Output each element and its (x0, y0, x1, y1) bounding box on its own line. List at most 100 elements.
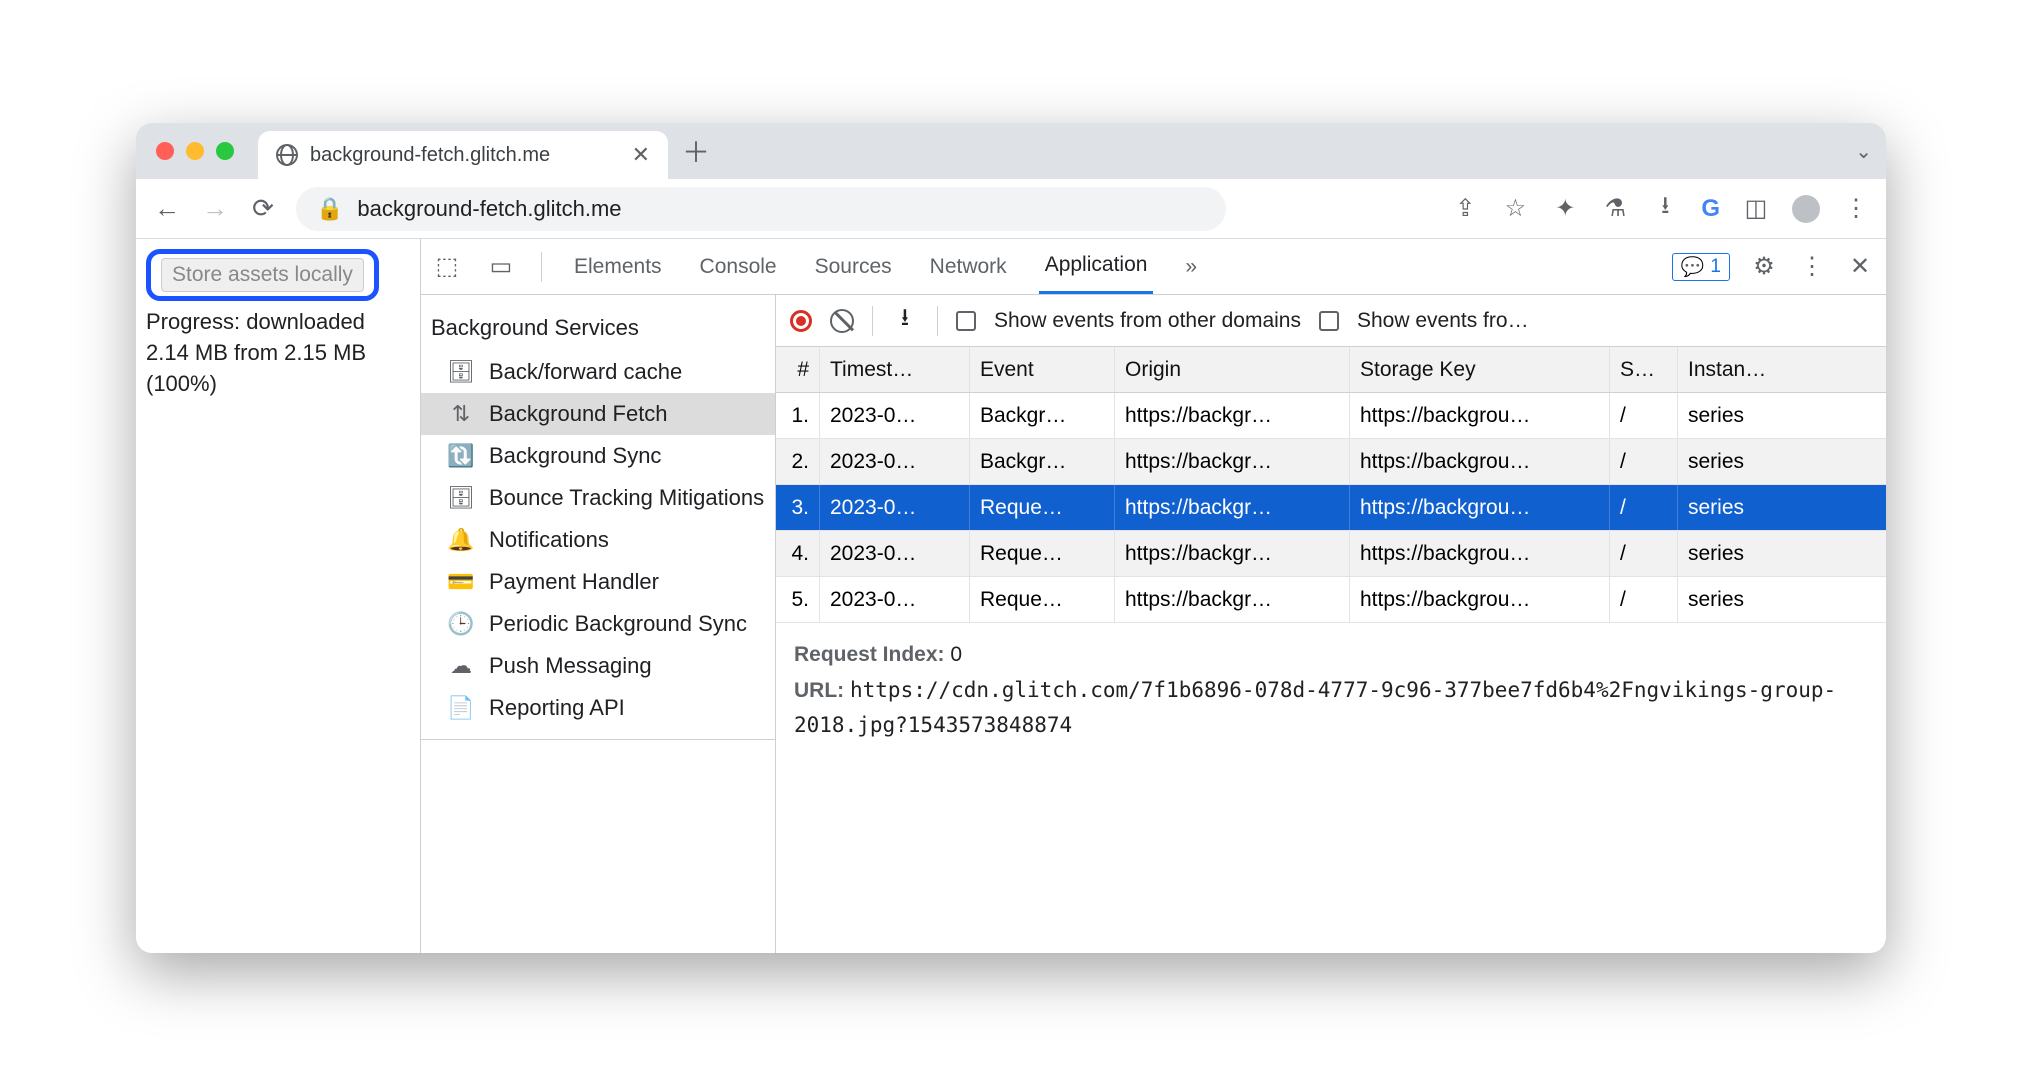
progress-text: Progress: downloaded 2.14 MB from 2.15 M… (146, 307, 410, 399)
devtools-tabbar: ⬚ ▭ Elements Console Sources Network App… (421, 239, 1886, 295)
sidebar-item-label: Bounce Tracking Mitigations (489, 485, 764, 511)
cell-origin: https://backgr… (1115, 531, 1350, 576)
maximize-window-icon[interactable] (216, 142, 234, 160)
cell-storage-key: https://backgrou… (1350, 439, 1610, 484)
col-event[interactable]: Event (970, 347, 1115, 392)
sidebar-item[interactable]: 💳Payment Handler (421, 561, 775, 603)
sidebar-item-icon: 🗄 (447, 359, 475, 385)
store-assets-button[interactable]: Store assets locally (161, 258, 364, 292)
record-icon[interactable] (790, 310, 812, 332)
settings-icon[interactable]: ⚙ (1750, 252, 1778, 281)
sidebar-item[interactable]: 🕒Periodic Background Sync (421, 603, 775, 645)
table-header: # Timest… Event Origin Storage Key S… In… (776, 347, 1886, 393)
forward-button[interactable]: → (200, 193, 230, 224)
col-instance[interactable]: Instan… (1678, 347, 1886, 392)
minimize-window-icon[interactable] (186, 142, 204, 160)
cell-event: Backgr… (970, 439, 1115, 484)
application-sidebar: Background Services 🗄 Back/forward cache ⇅… (421, 295, 776, 953)
cell-origin: https://backgr… (1115, 485, 1350, 530)
cell-origin: https://backgr… (1115, 393, 1350, 438)
tabs-more[interactable]: » (1179, 239, 1203, 294)
sidebar-item-label: Back/forward cache (489, 359, 682, 385)
share-icon[interactable]: ⇪ (1451, 194, 1479, 223)
checkbox-show-events[interactable] (1319, 311, 1339, 331)
table-row[interactable]: 2.2023-0…Backgr…https://backgr…https://b… (776, 439, 1886, 485)
inspect-icon[interactable]: ⬚ (433, 252, 461, 281)
menu-icon[interactable]: ⋮ (1842, 194, 1870, 223)
window-controls (156, 142, 234, 160)
col-number[interactable]: # (776, 347, 820, 392)
tabs-overflow-icon[interactable]: ⌄ (1855, 139, 1872, 164)
titlebar: background-fetch.glitch.me ✕ ＋ ⌄ (136, 123, 1886, 179)
cell-number: 4. (776, 531, 820, 576)
omnibox[interactable]: 🔒 background-fetch.glitch.me (296, 187, 1226, 231)
cell-origin: https://backgr… (1115, 577, 1350, 622)
cell-scope: / (1610, 439, 1678, 484)
sidebar-item[interactable]: 🗄 Back/forward cache (421, 351, 775, 393)
tab-network[interactable]: Network (924, 239, 1013, 294)
clear-icon[interactable] (830, 309, 854, 333)
google-icon[interactable]: G (1701, 195, 1720, 223)
cell-timestamp: 2023-0… (820, 531, 970, 576)
cell-event: Reque… (970, 485, 1115, 530)
sidebar-item[interactable]: ☁Push Messaging (421, 645, 775, 687)
reading-list-icon[interactable]: ◫ (1742, 194, 1770, 223)
new-tab-button[interactable]: ＋ (682, 131, 710, 171)
address-bar: ← → ⟳ 🔒 background-fetch.glitch.me ⇪ ☆ ✦… (136, 179, 1886, 239)
sidebar-item[interactable]: 📄Reporting API (421, 687, 775, 729)
sidebar-item-icon: 🕒 (447, 611, 475, 637)
flask-icon[interactable]: ⚗ (1601, 194, 1629, 223)
lock-icon: 🔒 (316, 196, 343, 222)
cell-timestamp: 2023-0… (820, 577, 970, 622)
device-toggle-icon[interactable]: ▭ (487, 252, 515, 281)
extensions-icon[interactable]: ✦ (1551, 194, 1579, 223)
devtools-panel: ⬚ ▭ Elements Console Sources Network App… (421, 239, 1886, 953)
sidebar-item[interactable]: 🔃Background Sync (421, 435, 775, 477)
sidebar-item[interactable]: 🗄 Bounce Tracking Mitigations (421, 477, 775, 519)
sidebar-item-icon: 📄 (447, 695, 475, 721)
col-timestamp[interactable]: Timest… (820, 347, 970, 392)
cell-event: Backgr… (970, 393, 1115, 438)
table-row[interactable]: 4.2023-0…Reque…https://backgr…https://ba… (776, 531, 1886, 577)
tab-application[interactable]: Application (1039, 239, 1154, 294)
tab-elements[interactable]: Elements (568, 239, 668, 294)
col-scope[interactable]: S… (1610, 347, 1678, 392)
table-row[interactable]: 1.2023-0…Backgr…https://backgr…https://b… (776, 393, 1886, 439)
save-icon[interactable]: ⭳ (891, 300, 919, 341)
bookmark-icon[interactable]: ☆ (1501, 194, 1529, 223)
sidebar-item-label: Background Sync (489, 443, 661, 469)
cell-instance: series (1678, 531, 1886, 576)
cell-number: 2. (776, 439, 820, 484)
reload-button[interactable]: ⟳ (248, 193, 278, 224)
close-devtools-icon[interactable]: ✕ (1846, 252, 1874, 281)
sidebar-item-icon: ☁ (447, 653, 475, 679)
cell-origin: https://backgr… (1115, 439, 1350, 484)
browser-tab[interactable]: background-fetch.glitch.me ✕ (258, 131, 668, 179)
tab-console[interactable]: Console (694, 239, 783, 294)
checkbox-other-domains[interactable] (956, 311, 976, 331)
cell-instance: series (1678, 485, 1886, 530)
request-index-label: Request Index: (794, 643, 945, 666)
col-origin[interactable]: Origin (1115, 347, 1350, 392)
sidebar-item-icon: 🗄 (447, 485, 475, 511)
cell-timestamp: 2023-0… (820, 485, 970, 530)
back-button[interactable]: ← (152, 193, 182, 224)
profile-avatar[interactable] (1792, 195, 1820, 223)
close-window-icon[interactable] (156, 142, 174, 160)
col-storage-key[interactable]: Storage Key (1350, 347, 1610, 392)
download-icon[interactable]: ⭳ (1651, 188, 1679, 229)
table-row[interactable]: 5.2023-0…Reque…https://backgr…https://ba… (776, 577, 1886, 623)
cell-scope: / (1610, 393, 1678, 438)
cell-event: Reque… (970, 577, 1115, 622)
sidebar-item[interactable]: 🔔Notifications (421, 519, 775, 561)
main-area: Store assets locally Progress: downloade… (136, 239, 1886, 953)
sidebar-section-header: Background Services (421, 309, 775, 351)
cell-scope: / (1610, 577, 1678, 622)
issues-badge[interactable]: 💬 1 (1672, 253, 1730, 281)
sidebar-item[interactable]: ⇅Background Fetch (421, 393, 775, 435)
close-tab-icon[interactable]: ✕ (632, 142, 650, 168)
tab-sources[interactable]: Sources (809, 239, 898, 294)
sidebar-item-label: Payment Handler (489, 569, 659, 595)
kebab-icon[interactable]: ⋮ (1798, 252, 1826, 281)
table-row[interactable]: 3.2023-0…Reque…https://backgr…https://ba… (776, 485, 1886, 531)
